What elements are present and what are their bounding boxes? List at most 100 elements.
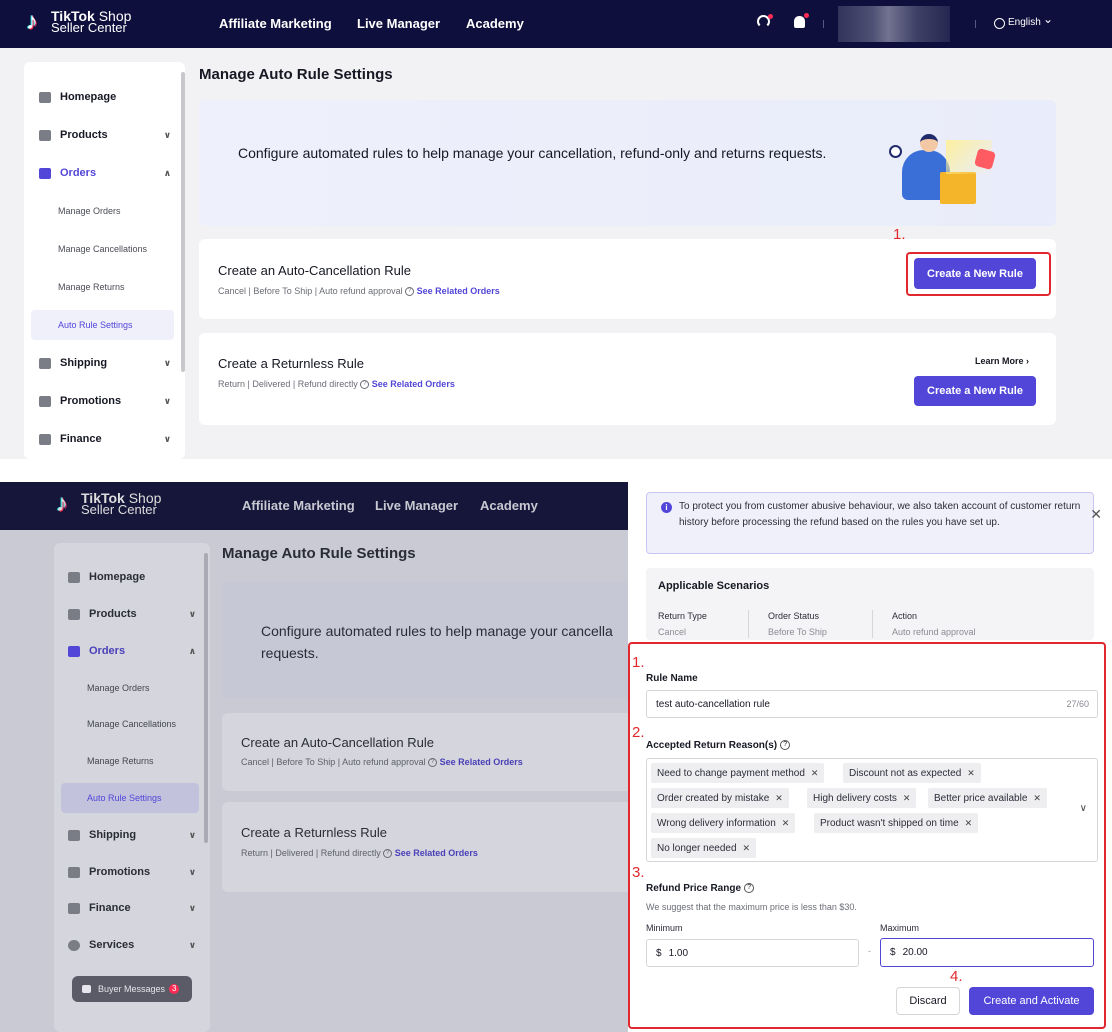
sidebar-item-shipping[interactable]: Shipping ∨ (54, 819, 210, 851)
sidebar-sub-auto-rule-settings[interactable]: Auto Rule Settings (61, 783, 199, 813)
help-icon[interactable]: ? (405, 287, 415, 297)
sidebar-sub-manage-returns[interactable]: Manage Returns (58, 272, 125, 302)
see-related-orders-link[interactable]: See Related Orders (372, 379, 455, 389)
sidebar-scrollbar[interactable] (204, 553, 208, 843)
sidebar-sub-manage-returns[interactable]: Manage Returns (87, 746, 154, 776)
brand-logo[interactable]: ♪ ♪ ♪ TikTok Shop Seller Center (24, 9, 131, 35)
account-avatar-blurred[interactable] (838, 6, 950, 42)
banner-text: Configure automated rules to help manage… (261, 623, 613, 661)
notification-dot (768, 14, 773, 19)
chevron-right-icon: › (1026, 356, 1030, 366)
top-navbar: ♪ ♪ ♪ TikTok Shop Seller Center Affiliat… (0, 0, 1112, 48)
chevron-down-icon: ∨ (163, 433, 171, 444)
sidebar-item-homepage[interactable]: Homepage (54, 561, 210, 593)
see-related-orders-link[interactable]: See Related Orders (395, 848, 478, 858)
truck-icon (39, 357, 51, 369)
language-selector[interactable]: English (1008, 17, 1041, 28)
sidebar: Homepage Products ∨ Orders ∧ Manage Orders… (54, 543, 210, 1032)
nav-academy[interactable]: Academy (480, 498, 538, 513)
chevron-down-icon: ∨ (188, 902, 196, 913)
sidebar-item-promotions[interactable]: Promotions ∨ (24, 385, 185, 417)
nav-academy[interactable]: Academy (466, 16, 524, 31)
divider (975, 20, 976, 28)
clock-icon (889, 145, 902, 158)
learn-more-link[interactable]: Learn More › (975, 356, 1029, 366)
truck-icon (68, 829, 80, 841)
step-marker-3: 3. (632, 864, 645, 881)
help-icon[interactable]: ? (383, 849, 393, 859)
globe-icon[interactable] (994, 18, 1005, 29)
sidebar-item-services[interactable]: Services ∨ (54, 929, 210, 961)
person-head (920, 134, 938, 152)
banner-text: Configure automated rules to help manage… (238, 145, 827, 161)
nav-affiliate-marketing[interactable]: Affiliate Marketing (242, 498, 355, 513)
chevron-down-icon: ∨ (188, 939, 196, 950)
nav-affiliate-marketing[interactable]: Affiliate Marketing (219, 16, 332, 31)
see-related-orders-link[interactable]: See Related Orders (440, 757, 523, 767)
auto-cancellation-subtitle: Cancel | Before To Ship | Auto refund ap… (241, 757, 523, 768)
divider (872, 610, 873, 638)
sidebar-sub-manage-cancellations[interactable]: Manage Cancellations (58, 234, 147, 264)
chevron-down-icon[interactable]: ⌄ (1043, 12, 1053, 26)
products-icon (39, 129, 51, 141)
sidebar-scrollbar[interactable] (181, 72, 185, 372)
create-new-rule-button[interactable]: Create a New Rule (914, 376, 1036, 406)
bottom-screenshot: ♪ ♪ ♪ TikTok Shop Seller Center Affiliat… (0, 482, 1112, 1032)
notice-box: i To protect you from customer abusive b… (646, 492, 1094, 554)
sidebar-item-shipping[interactable]: Shipping ∨ (24, 347, 185, 379)
sidebar-item-finance[interactable]: Finance ∨ (24, 423, 185, 455)
box-illustration (940, 172, 976, 204)
message-count-badge: 3 (169, 984, 180, 994)
step-marker-1: 1. (632, 654, 645, 671)
returnless-title: Create a Returnless Rule (241, 825, 387, 840)
step-marker-1: 1. (893, 226, 906, 243)
chevron-up-icon: ∧ (163, 167, 171, 178)
dimmed-page: Homepage Products ∨ Orders ∧ Manage Orders… (0, 530, 628, 1032)
info-banner: Configure automated rules to help manage… (222, 582, 628, 698)
sidebar-item-orders[interactable]: Orders ∧ (54, 635, 210, 667)
nav-live-manager[interactable]: Live Manager (375, 498, 458, 513)
page-title: Manage Auto Rule Settings (199, 66, 393, 83)
home-icon (39, 91, 51, 103)
buyer-messages-button[interactable]: Buyer Messages 3 (72, 976, 192, 1002)
chevron-down-icon: ∨ (163, 129, 171, 140)
card-icon (39, 433, 51, 445)
help-icon[interactable]: ? (428, 758, 438, 768)
info-banner: Configure automated rules to help manage… (199, 100, 1056, 226)
sidebar-sub-manage-cancellations[interactable]: Manage Cancellations (87, 709, 176, 739)
returnless-subtitle: Return | Delivered | Refund directly ? S… (218, 379, 455, 390)
nav-live-manager[interactable]: Live Manager (357, 16, 440, 31)
brand-subtitle: Seller Center (51, 20, 127, 35)
returnless-card: Create a Returnless Rule Return | Delive… (199, 333, 1056, 425)
auto-cancellation-card: Create an Auto-Cancellation Rule Cancel … (222, 713, 628, 791)
products-icon (68, 608, 80, 620)
returnless-card: Create a Returnless Rule Return | Delive… (222, 802, 628, 892)
auto-cancellation-title: Create an Auto-Cancellation Rule (218, 263, 411, 278)
brand-subtitle: Seller Center (81, 502, 157, 517)
sidebar-item-products[interactable]: Products ∨ (24, 119, 185, 151)
divider (748, 610, 749, 638)
bell-icon[interactable] (794, 16, 805, 28)
brand-logo[interactable]: ♪ ♪ ♪ TikTok Shop Seller Center (54, 491, 161, 517)
chevron-down-icon: ∨ (163, 357, 171, 368)
highlight-box (628, 642, 1106, 1029)
sidebar-item-homepage[interactable]: Homepage (24, 81, 185, 113)
sidebar-sub-manage-orders[interactable]: Manage Orders (58, 196, 121, 226)
auto-cancellation-title: Create an Auto-Cancellation Rule (241, 735, 434, 750)
step-marker-4: 4. (950, 968, 963, 985)
sidebar-item-promotions[interactable]: Promotions ∨ (54, 856, 210, 888)
sidebar-item-orders[interactable]: Orders ∧ (24, 157, 185, 189)
orders-icon (68, 645, 80, 657)
chevron-down-icon: ∨ (163, 395, 171, 406)
scenario-action: Action Auto refund approval (892, 611, 976, 637)
sidebar-sub-manage-orders[interactable]: Manage Orders (87, 673, 150, 703)
scenario-order-status: Order Status Before To Ship (768, 611, 827, 637)
sidebar-item-finance[interactable]: Finance ∨ (54, 892, 210, 924)
banner-illustration (884, 128, 1004, 210)
help-icon[interactable]: ? (360, 380, 370, 390)
sidebar-item-products[interactable]: Products ∨ (54, 598, 210, 630)
close-icon[interactable]: ✕ (1090, 506, 1102, 523)
top-screenshot: ♪ ♪ ♪ TikTok Shop Seller Center Affiliat… (0, 0, 1112, 459)
sidebar-sub-auto-rule-settings[interactable]: Auto Rule Settings (31, 310, 174, 340)
see-related-orders-link[interactable]: See Related Orders (417, 286, 500, 296)
